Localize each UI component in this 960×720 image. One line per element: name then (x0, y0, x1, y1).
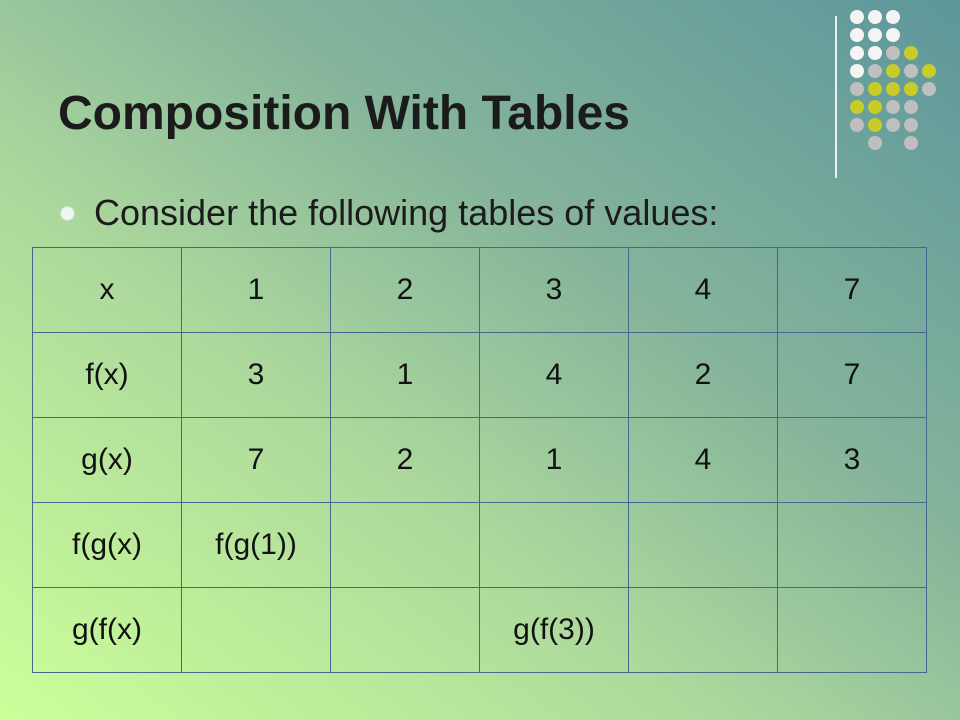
decorative-dot (868, 10, 882, 24)
table-cell: 7 (181, 417, 331, 503)
table-cell: 4 (628, 247, 778, 333)
decorative-dot (850, 100, 864, 114)
decorative-dot (850, 28, 864, 42)
table-row-gf: g(f(x) g(f(3)) (32, 587, 927, 673)
decorative-dot (886, 118, 900, 132)
table-row-fg: f(g(x) f(g(1)) (32, 502, 927, 588)
table-cell (777, 502, 927, 588)
decorative-divider-line (835, 16, 837, 178)
decorative-dot (904, 136, 918, 150)
table-row-f: f(x) 3 1 4 2 7 (32, 332, 927, 418)
decorative-dot (886, 28, 900, 42)
table-cell: f(g(x) (32, 502, 182, 588)
decorative-dot (850, 118, 864, 132)
decorative-dot (904, 64, 918, 78)
table-row-x: x 1 2 3 4 7 (32, 247, 927, 333)
decorative-dot (868, 64, 882, 78)
decorative-dot (868, 136, 882, 150)
table-cell: 1 (479, 417, 629, 503)
table-cell: x (32, 247, 182, 333)
values-table: x 1 2 3 4 7 f(x) 3 1 4 2 7 g(x) 7 2 1 4 … (32, 247, 927, 673)
decorative-dot-grid (850, 10, 950, 160)
table-cell: 7 (777, 332, 927, 418)
table-cell: 2 (628, 332, 778, 418)
decorative-dot (886, 64, 900, 78)
table-cell: 3 (479, 247, 629, 333)
decorative-dot (904, 100, 918, 114)
decorative-dot (904, 46, 918, 60)
table-cell: 4 (628, 417, 778, 503)
decorative-dot (868, 46, 882, 60)
decorative-dot (922, 82, 936, 96)
decorative-dot (868, 82, 882, 96)
table-cell (330, 587, 480, 673)
table-cell (479, 502, 629, 588)
table-cell: 7 (777, 247, 927, 333)
table-cell: g(f(3)) (479, 587, 629, 673)
table-cell: 2 (330, 247, 480, 333)
table-cell (181, 587, 331, 673)
bullet-dot-icon (60, 205, 75, 221)
decorative-dot (886, 82, 900, 96)
table-cell: 1 (330, 332, 480, 418)
table-cell: f(x) (32, 332, 182, 418)
table-cell (777, 587, 927, 673)
table-cell: 1 (181, 247, 331, 333)
table-cell (628, 502, 778, 588)
decorative-dot (868, 100, 882, 114)
table-cell (628, 587, 778, 673)
decorative-dot (850, 64, 864, 78)
decorative-dot (886, 100, 900, 114)
table-row-g: g(x) 7 2 1 4 3 (32, 417, 927, 503)
table-cell: 3 (777, 417, 927, 503)
bullet-item: Consider the following tables of values: (60, 190, 718, 236)
decorative-dot (850, 46, 864, 60)
table-cell (330, 502, 480, 588)
decorative-dot (886, 10, 900, 24)
table-cell: 2 (330, 417, 480, 503)
table-cell: 3 (181, 332, 331, 418)
table-cell: f(g(1)) (181, 502, 331, 588)
decorative-dot (922, 64, 936, 78)
decorative-dot (886, 46, 900, 60)
bullet-text: Consider the following tables of values: (94, 192, 719, 233)
table-cell: g(f(x) (32, 587, 182, 673)
decorative-dot (850, 10, 864, 24)
decorative-dot (904, 118, 918, 132)
decorative-dot (904, 82, 918, 96)
slide-title: Composition With Tables (58, 87, 630, 140)
decorative-dot (868, 28, 882, 42)
decorative-dot (850, 82, 864, 96)
table-cell: 4 (479, 332, 629, 418)
decorative-dot (868, 118, 882, 132)
table-cell: g(x) (32, 417, 182, 503)
